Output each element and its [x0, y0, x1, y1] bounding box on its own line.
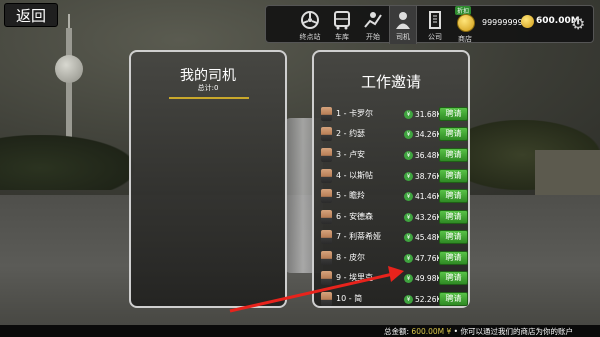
job-invites-title: 工作邀请	[360, 73, 421, 91]
coin-stack-icon	[457, 14, 475, 32]
shop-hint-text: • 你可以通过我们的商店为你的账户	[451, 327, 573, 336]
nav-item-terminal[interactable]: 终点站	[293, 6, 327, 44]
driver-name: 5 - 瞻羚	[336, 191, 366, 200]
hire-button[interactable]: 聘请	[439, 127, 468, 141]
driver-name: 1 - 卡罗尔	[336, 109, 374, 118]
nav-item-start[interactable]: 开始	[357, 6, 389, 44]
driver-avatar	[321, 189, 332, 203]
yen-icon: ¥	[404, 192, 413, 201]
hire-button[interactable]: 聘请	[439, 271, 468, 285]
trees-left	[0, 135, 135, 190]
driver-salary: ¥45.48K	[404, 231, 441, 244]
driver-salary: ¥41.46K	[404, 190, 441, 203]
total-amount-value: 600.00M ¥	[411, 327, 452, 336]
hire-button[interactable]: 聘请	[439, 210, 468, 224]
driver-name: 4 - 以斯帖	[336, 171, 374, 180]
yen-icon: ¥	[404, 233, 413, 242]
yen-icon: ¥	[404, 254, 413, 263]
hire-button[interactable]: 聘请	[439, 230, 468, 244]
driver-avatar	[321, 251, 332, 265]
driver-salary: ¥52.26K	[404, 293, 441, 306]
yen-icon: ¥	[404, 172, 413, 181]
nav-label-start: 开始	[366, 33, 380, 41]
driver-avatar	[321, 107, 332, 121]
yen-icon: ¥	[404, 130, 413, 139]
driver-avatar	[321, 127, 332, 141]
driver-salary: ¥34.26K	[404, 128, 441, 141]
driver-name: 10 - 简	[336, 294, 363, 303]
driver-salary: ¥38.76K	[404, 170, 441, 183]
back-button[interactable]: 返回	[4, 3, 58, 27]
driver-avatar	[321, 210, 332, 224]
yen-icon: ¥	[404, 274, 413, 283]
top-nav-bar: 终点站 车库 开始 司机 公司 商店 折扣 99999999 600.00M ⚙	[265, 5, 594, 44]
hire-button[interactable]: 聘请	[439, 189, 468, 203]
driver-row: 10 - 简 ¥52.26K 聘请	[319, 290, 468, 309]
driver-row: 5 - 瞻羚 ¥41.46K 聘请	[319, 187, 468, 206]
driver-row: 8 - 皮尔 ¥47.76K 聘请	[319, 249, 468, 268]
hire-button[interactable]: 聘请	[439, 251, 468, 265]
nav-label-terminal: 终点站	[299, 33, 321, 41]
title-underline	[169, 97, 249, 99]
yen-icon: ¥	[404, 151, 413, 160]
coins-balance: 99999999	[482, 18, 523, 27]
driver-avatar	[321, 169, 332, 183]
driver-name: 3 - 卢安	[336, 150, 366, 159]
driver-salary: ¥47.76K	[404, 252, 441, 265]
driver-person-icon	[396, 12, 410, 29]
building-right	[535, 150, 600, 195]
hire-button[interactable]: 聘请	[439, 169, 468, 183]
bus-icon	[334, 11, 350, 30]
driver-name: 9 - 埃里克	[336, 273, 374, 282]
job-invites-panel: 工作邀请 1 - 卡罗尔 ¥31.68K 聘请 2 - 约瑟 ¥34.26K 聘…	[312, 50, 470, 308]
driver-name: 8 - 皮尔	[336, 253, 366, 262]
driver-row: 1 - 卡罗尔 ¥31.68K 聘请	[319, 105, 468, 124]
driver-row: 9 - 埃里克 ¥49.98K 聘请	[319, 269, 468, 288]
driver-avatar	[321, 292, 332, 306]
steering-wheel-icon	[301, 11, 319, 29]
nav-item-drivers[interactable]: 司机	[389, 6, 417, 44]
nav-item-garage[interactable]: 车库	[327, 6, 357, 44]
driver-name: 2 - 约瑟	[336, 129, 366, 138]
yen-icon: ¥	[404, 295, 413, 304]
hire-button[interactable]: 聘请	[439, 148, 468, 162]
driver-avatar	[321, 230, 332, 244]
total-amount-label: 总金额:	[384, 327, 412, 336]
nav-label-drivers: 司机	[396, 33, 410, 41]
hire-button[interactable]: 聘请	[439, 107, 468, 121]
my-drivers-panel: 我的司机 总计:0	[129, 50, 287, 308]
map-route-icon	[364, 12, 382, 28]
driver-name: 7 - 利蒂希娅	[336, 232, 382, 241]
building-icon	[429, 11, 441, 29]
driver-salary: ¥43.26K	[404, 211, 441, 224]
yen-icon: ¥	[404, 213, 413, 222]
driver-name: 6 - 安德森	[336, 212, 374, 221]
nav-label-shop: 商店	[458, 35, 472, 43]
driver-avatar	[321, 148, 332, 162]
driver-row: 2 - 约瑟 ¥34.26K 聘请	[319, 125, 468, 144]
driver-avatar	[321, 271, 332, 285]
driver-salary: ¥49.98K	[404, 272, 441, 285]
nav-label-garage: 车库	[335, 33, 349, 41]
money-coin-icon	[521, 15, 534, 28]
driver-row: 4 - 以斯帖 ¥38.76K 聘请	[319, 167, 468, 186]
gear-icon[interactable]: ⚙	[571, 15, 589, 33]
nav-item-company[interactable]: 公司	[420, 6, 450, 44]
driver-row: 7 - 利蒂希娅 ¥45.48K 聘请	[319, 228, 468, 247]
my-drivers-total: 总计:0	[197, 84, 219, 92]
my-drivers-title: 我的司机	[180, 68, 236, 84]
nav-label-company: 公司	[428, 33, 442, 41]
driver-salary: ¥36.48K	[404, 149, 441, 162]
driver-row: 3 - 卢安 ¥36.48K 聘请	[319, 146, 468, 165]
tv-tower-sphere	[55, 55, 83, 83]
bottom-status-bar: 总金额: 600.00M ¥ • 你可以通过我们的商店为你的账户	[0, 325, 600, 337]
driver-salary: ¥31.68K	[404, 108, 441, 121]
driver-row: 6 - 安德森 ¥43.26K 聘请	[319, 208, 468, 227]
hire-button[interactable]: 聘请	[439, 292, 468, 306]
yen-icon: ¥	[404, 110, 413, 119]
